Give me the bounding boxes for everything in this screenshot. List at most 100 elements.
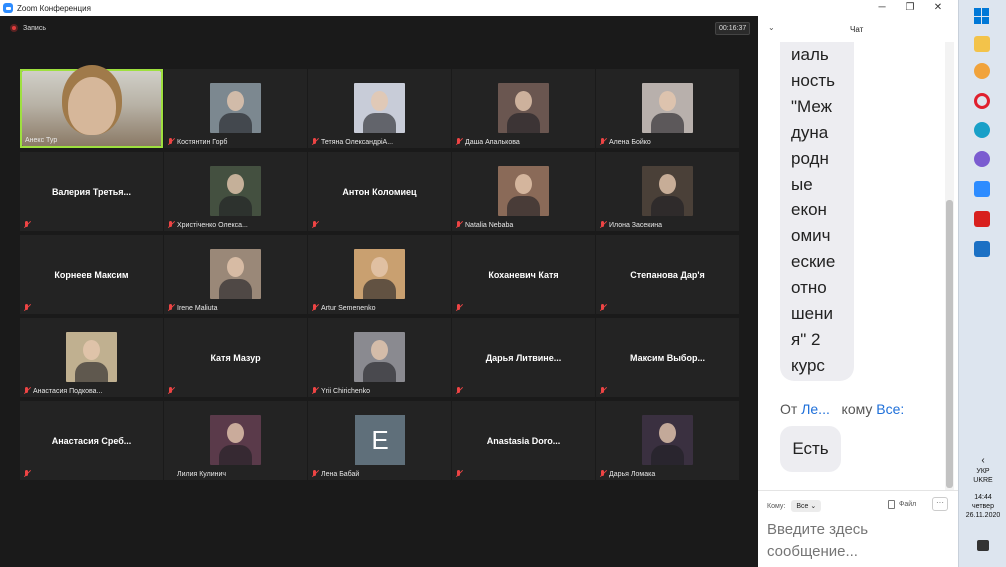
participant-silhouette	[515, 174, 532, 194]
meeting-gallery: Запись 00:16:37 Анекс Тур Костянтин Горб Т…	[0, 16, 758, 567]
viber-icon[interactable]	[974, 151, 990, 167]
chat-message-line: курс	[791, 355, 825, 375]
scrollbar-thumb[interactable]	[946, 200, 953, 488]
chevron-down-icon[interactable]: ⌄	[768, 23, 775, 32]
muted-mic-icon	[455, 304, 463, 312]
participant-tile[interactable]: Коханевич Катя	[452, 235, 595, 314]
participant-tile[interactable]: Дарья Ломака	[596, 401, 739, 480]
clock-time[interactable]: 14:44	[959, 493, 1006, 502]
more-options-button[interactable]: ···	[932, 497, 948, 511]
participant-tile[interactable]: Алена Бойко	[596, 69, 739, 148]
participant-name-large: Степанова Дар'я	[630, 269, 705, 280]
participant-tile[interactable]: Тетяна ОлександріА...	[308, 69, 451, 148]
participant-silhouette	[371, 91, 388, 111]
participant-name: Тетяна ОлександріА...	[321, 139, 394, 146]
chat-scrollbar[interactable]	[945, 42, 954, 490]
participant-name: Анекс Тур	[25, 137, 58, 144]
recipient-dropdown[interactable]: Все ⌄	[791, 500, 822, 512]
participant-photo	[642, 415, 693, 465]
participant-tile[interactable]: Irene Maliuta	[164, 235, 307, 314]
participant-photo	[210, 166, 261, 216]
muted-mic-icon	[311, 470, 319, 478]
participant-name: Irene Maliuta	[177, 305, 218, 312]
outlook-icon[interactable]	[974, 241, 990, 257]
participant-shoulders	[363, 279, 396, 299]
recording-indicator[interactable]: Запись	[10, 24, 46, 32]
participant-name: Лилия Кулинич	[177, 471, 227, 478]
participant-tile[interactable]: Катя Мазур	[164, 318, 307, 397]
participant-silhouette	[371, 257, 388, 277]
minimize-button[interactable]: ─	[868, 0, 896, 16]
chat-input[interactable]	[767, 519, 947, 565]
windows-logo-icon[interactable]	[974, 8, 990, 24]
tray-chevron-icon[interactable]: ‹	[959, 455, 1006, 467]
participant-tile[interactable]: Natalia Nebaba	[452, 152, 595, 231]
edge-icon[interactable]	[974, 122, 990, 138]
chat-message-line: екон	[791, 200, 827, 220]
close-button[interactable]: ✕	[924, 0, 952, 16]
participant-tile[interactable]: Yrii Chirichenko	[308, 318, 451, 397]
recipient-name-link[interactable]: Все:	[876, 401, 904, 417]
participant-name-large: Максим Выбор...	[630, 352, 705, 363]
zoom-icon[interactable]	[974, 181, 990, 197]
muted-mic-icon	[167, 387, 175, 395]
chat-message-line: ность	[791, 70, 835, 90]
participant-name-large: Анастасия Среб...	[51, 435, 132, 446]
sender-name-link[interactable]: Ле...	[801, 401, 830, 417]
participant-silhouette	[83, 340, 100, 360]
participant-tile[interactable]: Лилия Кулинич	[164, 401, 307, 480]
participant-tile[interactable]: Степанова Дар'я	[596, 235, 739, 314]
file-button[interactable]: Файл	[888, 500, 916, 509]
participant-shoulders	[219, 113, 252, 133]
chat-message-line: родн	[791, 148, 829, 168]
acrobat-icon[interactable]	[974, 211, 990, 227]
participant-silhouette	[227, 257, 244, 277]
participant-tile[interactable]: Илона Засекина	[596, 152, 739, 231]
participant-tile[interactable]: Anastasia Doro...	[452, 401, 595, 480]
muted-mic-icon	[311, 138, 319, 146]
participant-video	[22, 71, 161, 146]
participant-name-large: Дарья Литвине...	[485, 352, 562, 363]
participant-tile[interactable]: Валерия Третья...	[20, 152, 163, 231]
chat-message-line: я" 2	[791, 329, 821, 349]
recipient-value: Все	[796, 503, 809, 510]
participant-tile[interactable]: E Лена Бабай	[308, 401, 451, 480]
chat-message-line: "Меж	[791, 96, 833, 116]
participant-silhouette	[227, 423, 244, 443]
participant-photo	[66, 332, 117, 382]
participant-tile[interactable]: Корнеев Максим	[20, 235, 163, 314]
participant-photo	[210, 249, 261, 299]
participant-shoulders	[363, 362, 396, 382]
participant-tile[interactable]: Анастасия Подкова...	[20, 318, 163, 397]
muted-mic-icon	[455, 387, 463, 395]
participant-tile[interactable]: Максим Выбор...	[596, 318, 739, 397]
participant-tile[interactable]: Антон Коломиец	[308, 152, 451, 231]
muted-mic-icon	[23, 387, 31, 395]
chat-message-line: шени	[791, 304, 833, 324]
language-indicator[interactable]: УКР	[959, 467, 1006, 476]
opera-icon[interactable]	[974, 93, 990, 109]
participant-tile[interactable]: Анекс Тур	[20, 69, 163, 148]
participant-tile[interactable]: Анастасия Среб...	[20, 401, 163, 480]
participant-shoulders	[651, 445, 684, 465]
participant-tile[interactable]: Костянтин Горб	[164, 69, 307, 148]
system-tray[interactable]: ‹ УКР UKRE 14:44 четвер 26.11.2020	[959, 455, 1006, 520]
participant-shoulders	[219, 279, 252, 299]
chat-message-line: омич	[791, 226, 831, 246]
file-explorer-icon[interactable]	[974, 36, 990, 52]
participant-tile[interactable]: Дарья Литвине...	[452, 318, 595, 397]
participant-name: Христіченко Олекса...	[177, 222, 248, 229]
participant-name: Даша Апалькова	[465, 139, 520, 146]
participant-tile[interactable]: Даша Апалькова	[452, 69, 595, 148]
participant-avatar-letter: E	[355, 415, 405, 465]
maximize-button[interactable]: ❐	[896, 0, 924, 16]
participant-tile[interactable]: Artur Semenenko	[308, 235, 451, 314]
chat-message-bubble-last: Есть	[780, 426, 841, 472]
participant-silhouette	[659, 174, 676, 194]
notifications-icon[interactable]	[977, 540, 989, 551]
chrome-icon[interactable]	[974, 63, 990, 79]
participant-name: Natalia Nebaba	[465, 222, 514, 229]
chat-title: Чат	[850, 25, 864, 34]
participant-shoulders	[219, 196, 252, 216]
participant-tile[interactable]: Христіченко Олекса...	[164, 152, 307, 231]
